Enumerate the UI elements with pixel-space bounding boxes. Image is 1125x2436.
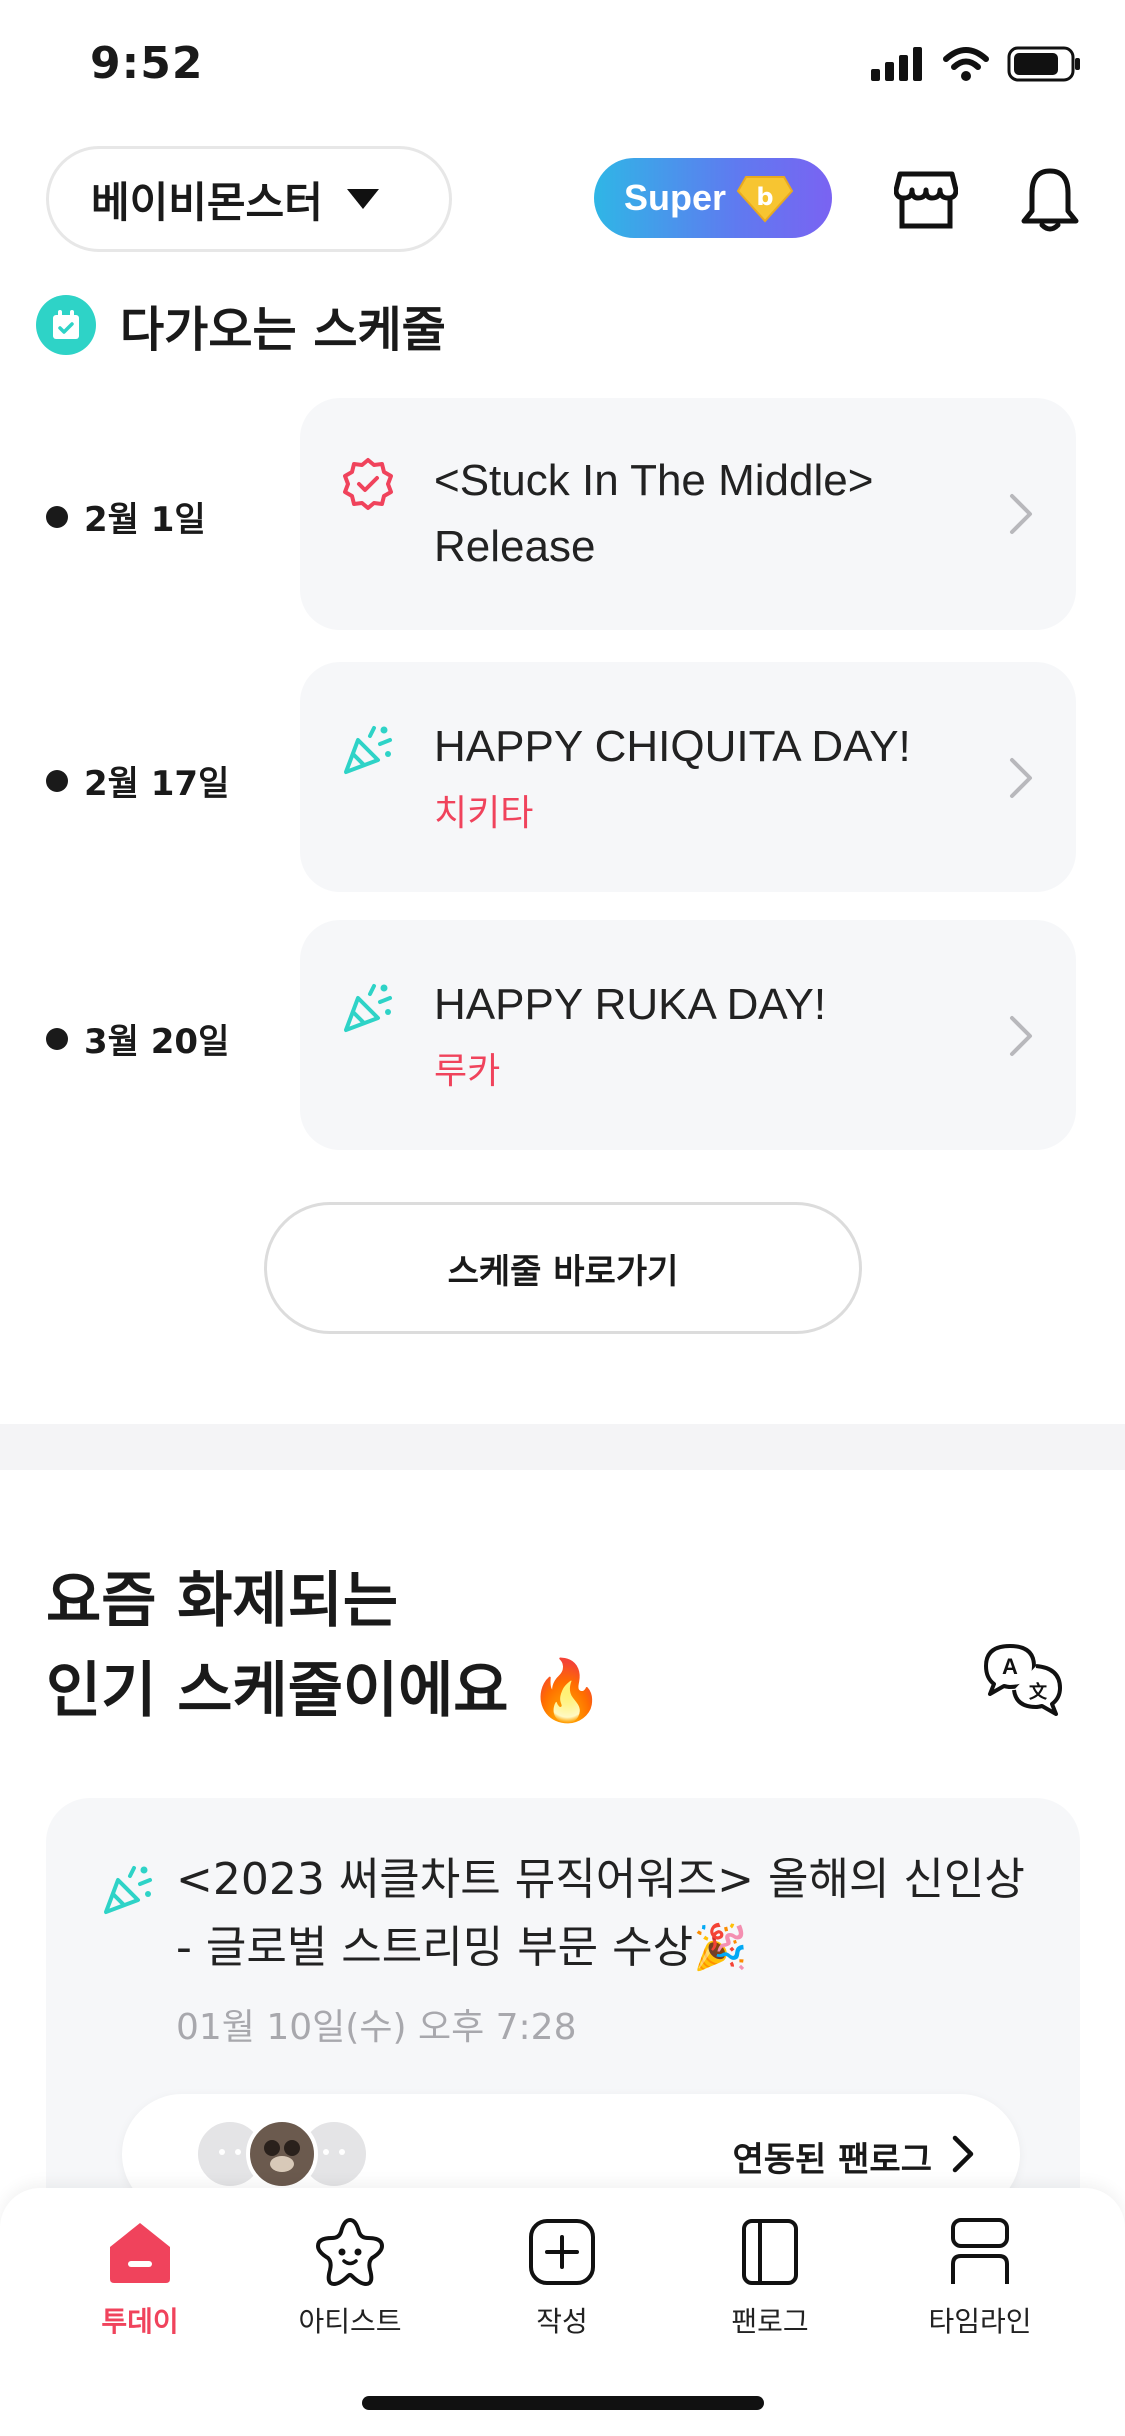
schedule-card[interactable]: HAPPY CHIQUITA DAY! 치키타 [300, 662, 1076, 892]
schedule-date: 2월 17일 [46, 756, 229, 805]
avatar-group [194, 2118, 370, 2190]
tab-label: 아티스트 [298, 2305, 402, 2338]
battery-icon [1007, 46, 1080, 82]
schedule-date: 2월 1일 [46, 492, 206, 541]
tab-timeline[interactable]: 타임라인 [890, 2212, 1070, 2340]
schedule-member: 치키타 [434, 793, 534, 834]
svg-text:文: 文 [1029, 1681, 1048, 1703]
status-bar: 9:52 [0, 0, 1125, 140]
schedule-title-line2: Release [434, 522, 596, 571]
popular-title-line2: 인기 스케줄이에요 🔥 [46, 1656, 605, 1726]
shop-button[interactable] [890, 164, 962, 236]
notebook-icon [742, 2219, 798, 2285]
status-time: 9:52 [90, 38, 204, 89]
star-face-icon [316, 2218, 384, 2286]
translate-icon[interactable]: A 文 [980, 1640, 1064, 1720]
home-icon [110, 2223, 170, 2283]
party-popper-icon [104, 1866, 152, 1914]
tab-artist[interactable]: 아티스트 [260, 2212, 440, 2340]
tab-today[interactable]: 투데이 [50, 2212, 230, 2340]
party-popper-icon [344, 984, 392, 1032]
schedule-card[interactable]: HAPPY RUKA DAY! 루카 [300, 920, 1076, 1150]
popular-card-date: 01월 10일(수) 오후 7:28 [176, 2007, 577, 2048]
bell-icon [1021, 168, 1079, 232]
popular-title: 요즘 화제되는 인기 스케줄이에요 🔥 [46, 1556, 604, 1736]
schedule-date-text: 2월 17일 [84, 764, 230, 804]
timeline-icon [951, 2218, 1009, 2284]
section-divider [0, 1424, 1125, 1470]
chevron-right-icon [952, 2135, 974, 2173]
go-to-schedule-button[interactable]: 스케줄 바로가기 [264, 1202, 862, 1334]
notification-button[interactable] [1014, 164, 1086, 236]
popular-card-title: <2023 써클차트 뮤직어워즈> 올해의 신인상 - 글로벌 스트리밍 부문 … [176, 1854, 1025, 1973]
super-gem-icon: b [736, 176, 794, 223]
schedule-date-text: 3월 20일 [84, 1022, 230, 1062]
schedule-title: HAPPY CHIQUITA DAY! [434, 722, 911, 771]
tab-fanlog[interactable]: 팬로그 [680, 2212, 860, 2340]
schedule-title: HAPPY RUKA DAY! [434, 980, 827, 1029]
super-label: Super [624, 177, 727, 218]
schedule-member: 루카 [434, 1051, 501, 1092]
verified-badge-icon [343, 458, 393, 510]
tab-write[interactable]: 작성 [472, 2212, 652, 2340]
bullet-icon [46, 769, 68, 792]
schedule-date: 3월 20일 [46, 1014, 229, 1063]
tab-label: 타임라인 [928, 2305, 1032, 2338]
wifi-icon [943, 47, 989, 81]
schedule-date-text: 2월 1일 [84, 500, 206, 540]
schedule-title: <Stuck In The Middle> [434, 456, 874, 505]
dropdown-arrow-icon [346, 189, 379, 209]
signal-icon [871, 47, 922, 81]
bullet-icon [46, 1027, 68, 1050]
bullet-icon [46, 505, 68, 528]
chevron-right-icon [1010, 758, 1032, 798]
tab-label: 팬로그 [731, 2305, 809, 2338]
schedule-row: 3월 20일 HAPPY RUKA DAY! 루카 [0, 920, 1125, 1150]
schedule-row: 2월 17일 HAPPY CHIQUITA DAY! 치키타 [0, 662, 1125, 892]
party-popper-icon [344, 726, 392, 774]
chevron-right-icon [1010, 1016, 1032, 1056]
linked-fanlog-label: 연동된 팬로그 [732, 2140, 932, 2180]
tab-label: 작성 [536, 2305, 588, 2338]
super-badge-button[interactable]: Super b [594, 158, 832, 238]
tab-label: 투데이 [101, 2305, 179, 2338]
upcoming-title: 다가오는 스케줄 [120, 302, 446, 358]
artist-name: 베이비몬스터 [91, 177, 323, 227]
svg-text:b: b [756, 183, 773, 211]
svg-text:A: A [1002, 1654, 1018, 1679]
schedule-row: 2월 1일 <Stuck In The Middle> Release [0, 398, 1125, 630]
status-icons [871, 46, 1081, 82]
popular-title-line1: 요즘 화제되는 [46, 1566, 399, 1636]
home-indicator[interactable] [362, 2396, 764, 2410]
plus-square-icon [529, 2219, 595, 2285]
chevron-right-icon [1010, 494, 1032, 534]
artist-selector[interactable]: 베이비몬스터 [46, 146, 452, 252]
shop-icon [894, 171, 958, 229]
upcoming-header: 다가오는 스케줄 [36, 290, 446, 360]
calendar-icon [36, 295, 96, 355]
schedule-card[interactable]: <Stuck In The Middle> Release [300, 398, 1076, 630]
